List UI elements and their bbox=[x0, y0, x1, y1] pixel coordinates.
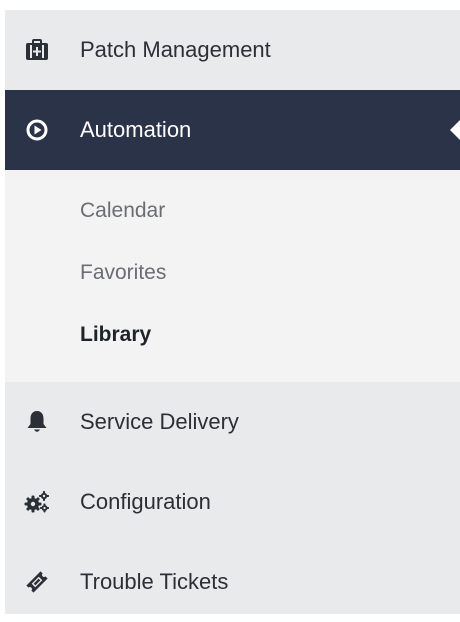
sidebar-item-label: Configuration bbox=[80, 489, 211, 514]
sidebar-item-configuration[interactable]: Configuration bbox=[5, 462, 460, 542]
sidebar-item-label: Trouble Tickets bbox=[80, 569, 229, 594]
sidebar-item-patch-management[interactable]: Patch Management bbox=[5, 10, 460, 90]
submenu-item-favorites[interactable]: Favorites bbox=[5, 242, 460, 304]
submenu-item-calendar[interactable]: Calendar bbox=[5, 180, 460, 242]
ticket-icon bbox=[24, 569, 50, 595]
submenu-item-label: Calendar bbox=[80, 199, 166, 222]
submenu-item-label: Favorites bbox=[80, 261, 167, 284]
bell-icon bbox=[24, 409, 50, 435]
sidebar-item-label: Automation bbox=[80, 117, 192, 142]
sidebar-item-automation[interactable]: Automation bbox=[5, 90, 460, 170]
play-circle-icon bbox=[24, 117, 50, 143]
sidebar-item-label: Patch Management bbox=[80, 37, 271, 62]
submenu-item-label: Library bbox=[80, 323, 152, 346]
sidebar-item-label: Service Delivery bbox=[80, 409, 239, 434]
sidebar-item-trouble-tickets[interactable]: Trouble Tickets bbox=[5, 542, 460, 622]
sidebar-nav: Patch Management Automation Calendar Fav… bbox=[5, 10, 460, 614]
medical-kit-icon bbox=[24, 37, 50, 63]
gears-icon bbox=[24, 489, 50, 515]
automation-submenu: Calendar Favorites Library bbox=[5, 170, 460, 382]
sidebar-item-service-delivery[interactable]: Service Delivery bbox=[5, 382, 460, 462]
submenu-item-library[interactable]: Library bbox=[5, 304, 460, 366]
